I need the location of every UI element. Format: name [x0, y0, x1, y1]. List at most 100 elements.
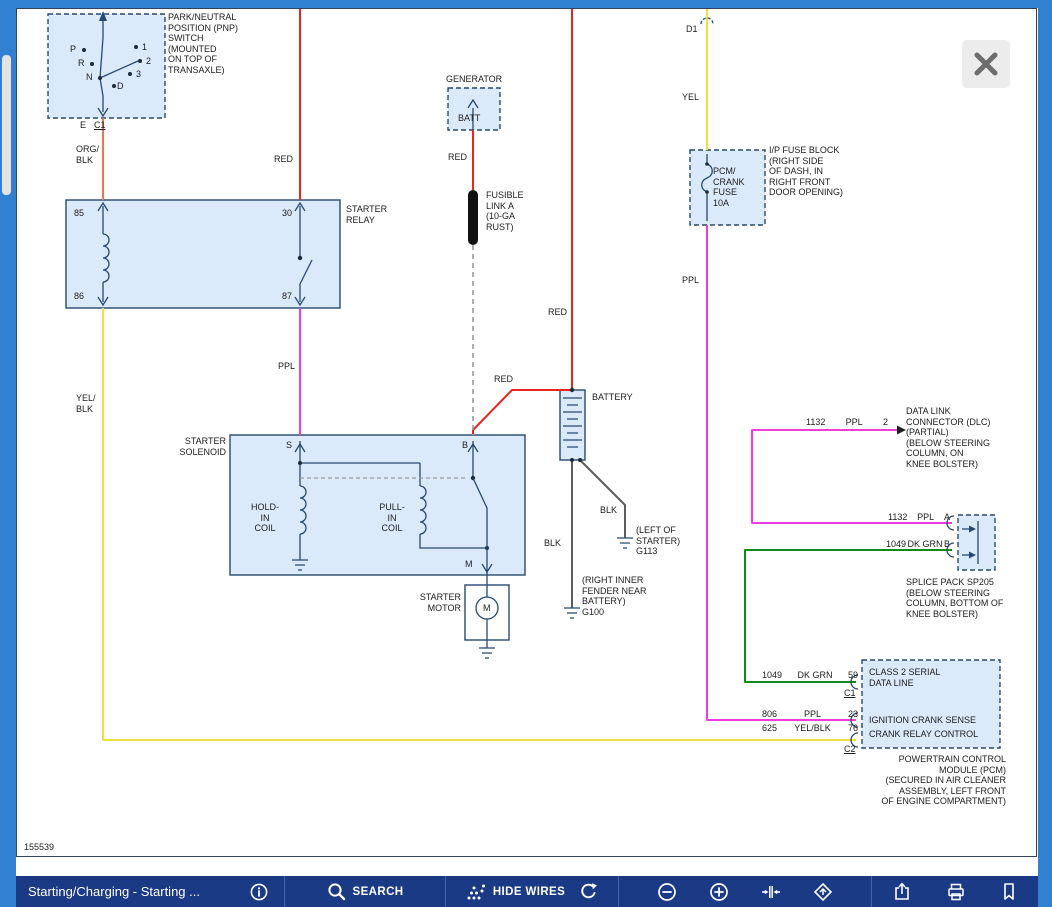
reset-view-icon — [813, 882, 833, 902]
wire-red-battery-to-b — [473, 390, 572, 435]
connector-c1-top: C1 — [94, 120, 106, 131]
search-icon — [327, 882, 346, 901]
label-pcm-caption: POWERTRAIN CONTROL MODULE (PCM) (SECURED… — [856, 754, 1006, 807]
pin-p: P — [70, 44, 76, 55]
label-starter-solenoid: STARTER SOLENOID — [179, 436, 226, 457]
hide-wires-button[interactable]: HIDE WIRES — [462, 881, 569, 903]
pin-d: D — [117, 81, 124, 92]
label-fusible-link: FUSIBLE LINK A (10-GA RUST) — [486, 190, 524, 232]
pin-2: 2 — [146, 56, 151, 67]
connector-c2-pcm: C2 — [844, 744, 856, 755]
wire-label-ppl: PPL — [278, 361, 295, 372]
bookmark-icon — [1000, 882, 1018, 901]
label-pcm-ignition-crank-sense: IGNITION CRANK SENSE — [869, 715, 976, 726]
pin-b: B — [462, 440, 468, 451]
figure-number: 155539 — [24, 842, 54, 853]
label-g113: (LEFT OF STARTER) G113 — [636, 525, 680, 557]
wire-label-red-battery: RED — [548, 307, 567, 318]
diagram-title: Starting/Charging - Starting ... — [28, 884, 200, 899]
reset-view-button[interactable] — [809, 880, 837, 904]
wire-label-red-solenoid: RED — [494, 374, 513, 385]
wire-label-yel: YEL — [682, 92, 699, 103]
pin-e: E — [80, 120, 86, 131]
pin-1: 1 — [142, 42, 147, 53]
label-starter-motor: STARTER MOTOR — [420, 592, 461, 613]
label-pcm-crank-fuse: PCM/ CRANK FUSE 10A — [713, 166, 745, 208]
export-icon — [892, 882, 912, 902]
bottom-toolbar: Starting/Charging - Starting ... SEARCH — [16, 876, 1038, 907]
g113-ground — [617, 538, 633, 548]
circuit-splice-a: 1132PPLA — [888, 512, 950, 522]
wire-label-ppl-fuse: PPL — [682, 275, 699, 286]
export-button[interactable] — [888, 880, 916, 904]
label-battery: BATTERY — [592, 392, 633, 403]
circuit-splice-b: 1049DK GRNB — [886, 539, 950, 549]
pin-s: S — [286, 440, 292, 451]
refresh-wires-button[interactable] — [575, 880, 602, 903]
starter-relay-box — [66, 200, 340, 308]
close-button[interactable] — [962, 40, 1010, 88]
circuit-dlc: 1132PPL2 — [806, 417, 888, 427]
label-pull-in-coil: PULL- IN COIL — [372, 502, 412, 534]
close-icon — [962, 40, 1010, 88]
label-hold-in-coil: HOLD- IN COIL — [246, 502, 284, 534]
motor-ground — [479, 648, 495, 658]
wire-label-org-blk: ORG/ BLK — [76, 144, 99, 165]
pin-30: 30 — [282, 208, 292, 219]
generator-box — [448, 88, 500, 130]
print-button[interactable] — [942, 880, 970, 904]
pin-3: 3 — [136, 69, 141, 80]
label-generator: GENERATOR — [446, 74, 502, 85]
pin-86: 86 — [74, 291, 84, 302]
label-g100: (RIGHT INNER FENDER NEAR BATTERY) G100 — [582, 575, 647, 617]
left-scrollbar-thumb[interactable] — [2, 55, 11, 195]
connector-c1-pcm: C1 — [844, 688, 856, 699]
info-icon — [250, 883, 268, 901]
fusible-link-symbol — [468, 190, 478, 245]
label-generator-batt: BATT — [458, 113, 480, 124]
battery-box — [560, 390, 585, 460]
label-dlc: DATA LINK CONNECTOR (DLC) (PARTIAL) (BEL… — [906, 406, 990, 469]
label-splice-pack: SPLICE PACK SP205 (BELOW STEERING COLUMN… — [906, 577, 1003, 619]
circuit-pcm-59: 1049DK GRN59 — [762, 670, 858, 680]
pin-m: M — [465, 559, 473, 570]
info-button[interactable] — [246, 881, 272, 903]
dlc-arrow — [897, 426, 906, 435]
label-motor-m: M — [483, 603, 491, 614]
hide-wires-label: HIDE WIRES — [493, 886, 565, 898]
search-label: SEARCH — [353, 886, 404, 898]
pin-85: 85 — [74, 208, 84, 219]
search-button[interactable]: SEARCH — [323, 880, 408, 903]
wire-label-red-generator: RED — [448, 152, 467, 163]
diagram-canvas[interactable]: PARK/NEUTRAL POSITION (PNP) SWITCH (MOUN… — [16, 8, 1038, 876]
zoom-out-button[interactable] — [653, 880, 681, 904]
wire-ppl-fuse-to-pcm — [707, 225, 856, 720]
zoom-out-icon — [657, 882, 677, 902]
fit-screen-icon — [761, 882, 781, 902]
wire-label-blk-g113: BLK — [600, 505, 617, 516]
wiring-diagram — [16, 8, 1038, 876]
wire-label-yel-blk: YEL/ BLK — [76, 393, 96, 414]
circuit-pcm-23: 806PPL23 — [762, 709, 858, 719]
circuit-pcm-76: 625YEL/BLK76 — [762, 723, 858, 733]
splice-pack-box — [958, 515, 995, 570]
label-pnp-switch: PARK/NEUTRAL POSITION (PNP) SWITCH (MOUN… — [168, 12, 238, 75]
label-pcm-class2: CLASS 2 SERIAL DATA LINE — [869, 667, 941, 688]
pin-r: R — [78, 58, 85, 69]
pin-n: N — [86, 72, 93, 83]
wire-blk-to-g113 — [580, 460, 625, 538]
bookmark-button[interactable] — [996, 880, 1022, 903]
app-window: PARK/NEUTRAL POSITION (PNP) SWITCH (MOUN… — [0, 0, 1052, 907]
label-starter-relay: STARTER RELAY — [346, 204, 387, 225]
fit-screen-button[interactable] — [757, 880, 785, 904]
pin-d1: D1 — [686, 24, 698, 35]
label-pcm-crank-relay-control: CRANK RELAY CONTROL — [869, 729, 978, 740]
hide-wires-icon — [466, 883, 486, 901]
g100-ground — [564, 608, 580, 618]
wire-label-blk-g100: BLK — [544, 538, 561, 549]
zoom-in-button[interactable] — [705, 880, 733, 904]
zoom-in-icon — [709, 882, 729, 902]
label-ip-fuse-block: I/P FUSE BLOCK (RIGHT SIDE OF DASH, IN R… — [769, 145, 843, 198]
refresh-icon — [579, 882, 598, 901]
print-icon — [946, 882, 966, 902]
